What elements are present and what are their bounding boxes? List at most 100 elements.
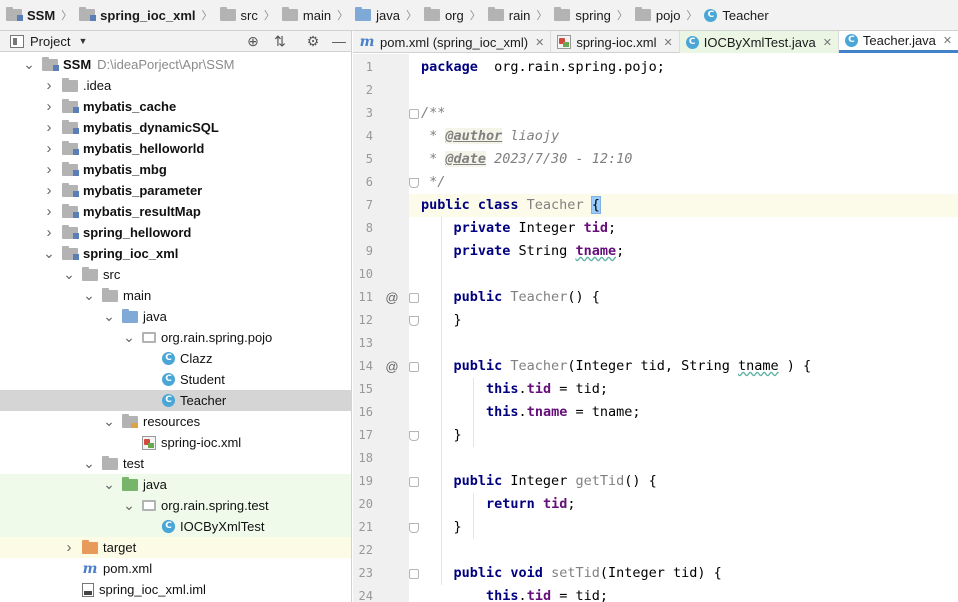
tree-node-mybatis-resultmap[interactable]: › mybatis_resultMap [0, 201, 351, 222]
line-number: 2 [365, 83, 373, 97]
line-number: 19 [358, 474, 373, 488]
breadcrumb-item-spring-ioc-xml[interactable]: spring_ioc_xml [79, 0, 196, 30]
override-marker-icon[interactable]: @ [385, 286, 399, 309]
tree-node-spring-ioc-xml[interactable]: spring-ioc.xml [0, 432, 351, 453]
code-line: public Integer getTid() { [409, 470, 958, 493]
chevron-down-icon[interactable]: ⌄ [102, 413, 116, 430]
tree-node-resources[interactable]: ⌄ resources [0, 411, 351, 432]
close-icon[interactable]: ✕ [535, 36, 544, 49]
tree-node-label: .idea [83, 78, 112, 93]
tree-node-target[interactable]: › target [0, 537, 351, 558]
close-icon[interactable]: ✕ [664, 36, 673, 49]
tree-node-test[interactable]: ⌄ test [0, 453, 351, 474]
chevron-down-icon[interactable]: ⌄ [22, 56, 36, 73]
line-number: 1 [365, 60, 373, 74]
chevron-right-icon[interactable]: › [42, 224, 56, 241]
tree-node-mybatis-parameter[interactable]: › mybatis_parameter [0, 180, 351, 201]
package-icon [142, 332, 156, 343]
line-number: 12 [358, 313, 373, 327]
close-icon[interactable]: ✕ [823, 36, 832, 49]
chevron-right-icon[interactable]: › [62, 539, 76, 556]
code-line: } [409, 424, 958, 447]
code-area[interactable]: package org.rain.spring.pojo; /** * @auth… [409, 54, 958, 602]
project-view-selector[interactable]: Project [30, 34, 70, 49]
gear-icon[interactable]: ⚙ [304, 33, 322, 50]
tab-spring-ioc-xml[interactable]: spring-ioc.xml ✕ [551, 31, 680, 53]
chevron-right-icon[interactable]: › [42, 140, 56, 157]
chevron-down-icon[interactable]: ⌄ [122, 329, 136, 346]
locate-file-icon[interactable]: ⊕ [244, 33, 262, 50]
maven-icon: m [359, 34, 375, 50]
tree-node-mybatis-mbg[interactable]: › mybatis_mbg [0, 159, 351, 180]
class-icon: C [844, 34, 858, 47]
override-marker-icon[interactable]: @ [385, 355, 399, 378]
tree-node-org-rain-spring-pojo[interactable]: ⌄ org.rain.spring.pojo [0, 327, 351, 348]
chevron-down-icon[interactable]: ⌄ [82, 287, 96, 304]
xml-icon [557, 35, 572, 49]
chevron-down-icon[interactable]: ⌄ [42, 245, 56, 262]
chevron-right-icon[interactable]: › [42, 77, 56, 94]
folder-icon [219, 7, 236, 21]
line-number: 15 [358, 382, 373, 396]
chevron-right-icon[interactable]: › [42, 182, 56, 199]
tree-node-label: IOCByXmlTest [180, 519, 265, 534]
tree-node-pom-xml[interactable]: m pom.xml [0, 558, 351, 579]
tree-node-mybatis-cache[interactable]: › mybatis_cache [0, 96, 351, 117]
tree-node--idea[interactable]: › .idea [0, 75, 351, 96]
code-token: this [486, 381, 519, 397]
chevron-right-icon[interactable]: › [42, 161, 56, 178]
breadcrumb-item-teacher[interactable]: C Teacher [704, 0, 769, 30]
tree-node-spring-ioc-xml-iml[interactable]: spring_ioc_xml.iml [0, 579, 351, 600]
code-line: this.tid = tid; [409, 585, 958, 602]
tree-node-mybatis-dynamicsql[interactable]: › mybatis_dynamicSQL [0, 117, 351, 138]
collapse-all-icon[interactable]: ⇅ [271, 33, 289, 50]
tree-node-java[interactable]: ⌄ java [0, 306, 351, 327]
chevron-right-icon[interactable]: › [42, 203, 56, 220]
tree-node-iocbyxmltest[interactable]: C IOCByXmlTest [0, 516, 351, 537]
breadcrumb-item-spring[interactable]: spring [554, 0, 611, 30]
breadcrumb-item-java[interactable]: java [355, 0, 400, 30]
chevron-down-icon[interactable]: ⌄ [102, 476, 116, 493]
breadcrumb-item-pojo[interactable]: pojo [634, 0, 680, 30]
tree-node-spring-helloword[interactable]: › spring_helloword [0, 222, 351, 243]
code-line: */ [409, 171, 958, 194]
breadcrumb-item-src[interactable]: src [219, 0, 258, 30]
tree-node-main[interactable]: ⌄ main [0, 285, 351, 306]
breadcrumb-item-org[interactable]: org [423, 0, 464, 30]
line-number: 21 [358, 520, 373, 534]
tab-iocbyxmltest-java[interactable]: C IOCByXmlTest.java ✕ [679, 31, 839, 53]
hide-icon[interactable]: — [330, 33, 348, 49]
tree-node-clazz[interactable]: C Clazz [0, 348, 351, 369]
line-number: 6 [365, 175, 373, 189]
chevron-down-icon[interactable]: ⌄ [122, 497, 136, 514]
breadcrumb-item-rain[interactable]: rain [487, 0, 530, 30]
tree-node-ssm[interactable]: ⌄ SSM D:\ideaPorject\Apr\SSM [0, 54, 351, 75]
chevron-down-icon[interactable]: ⌄ [62, 266, 76, 283]
chevron-right-icon[interactable]: › [42, 119, 56, 136]
tree-node-spring-ioc-xml[interactable]: ⌄ spring_ioc_xml [0, 243, 351, 264]
folder-icon [102, 455, 118, 470]
chevron-right-icon[interactable]: › [42, 98, 56, 115]
chevron-down-icon[interactable]: ⌄ [102, 308, 116, 325]
tree-node-teacher[interactable]: C Teacher [0, 390, 351, 411]
tree-node-org-rain-spring-test[interactable]: ⌄ org.rain.spring.test [0, 495, 351, 516]
project-path: D:\ideaPorject\Apr\SSM [97, 57, 235, 72]
breadcrumb-item-main[interactable]: main [281, 0, 331, 30]
chevron-down-icon[interactable]: ⌄ [82, 455, 96, 472]
tab-pom-xml-spring-ioc-xml-[interactable]: m pom.xml (spring_ioc_xml) ✕ [353, 31, 552, 53]
tree-node-src[interactable]: ⌄ src [0, 264, 351, 285]
editor-tabs: m pom.xml (spring_ioc_xml) ✕ spring-ioc.xml… [353, 31, 958, 53]
chevron-down-icon[interactable]: ▼ [78, 36, 87, 46]
line-number: 8 [365, 221, 373, 235]
tree-node-mybatis-helloworld[interactable]: › mybatis_helloworld [0, 138, 351, 159]
breadcrumb-label: java [376, 7, 400, 23]
tree-node-student[interactable]: C Student [0, 369, 351, 390]
tree-node-java[interactable]: ⌄ java [0, 474, 351, 495]
code-token: () { [624, 473, 657, 489]
close-icon[interactable]: ✕ [943, 34, 952, 47]
tab-teacher-java[interactable]: C Teacher.java ✕ [838, 31, 958, 53]
breadcrumb-item-ssm[interactable]: SSM [6, 0, 55, 30]
